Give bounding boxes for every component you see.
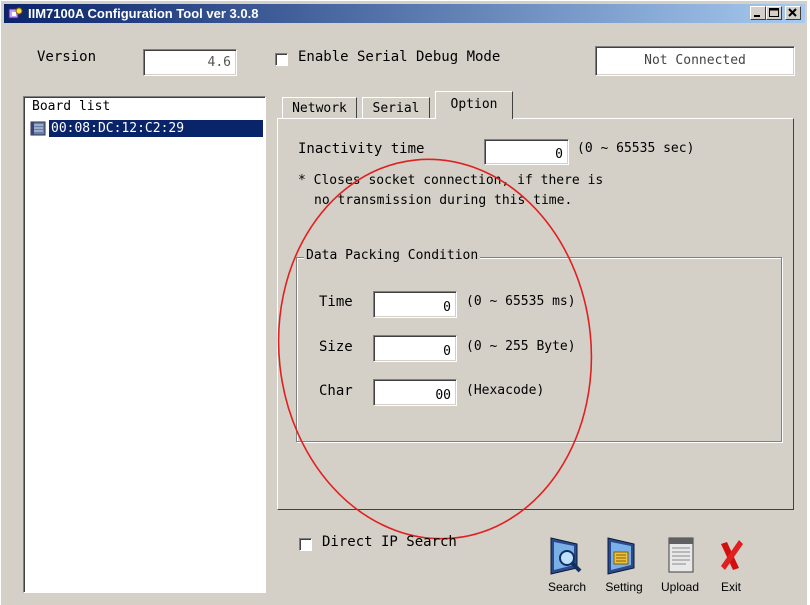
char-value: 00 <box>435 388 451 403</box>
exit-x-icon <box>721 540 743 570</box>
board-list-item-label[interactable]: 00:08:DC:12:C2:29 <box>49 120 263 137</box>
tab-serial[interactable]: Serial <box>362 97 430 119</box>
direct-ip-checkbox[interactable] <box>299 538 312 551</box>
setting-monitor-icon <box>607 537 635 575</box>
inactivity-value: 0 <box>555 147 563 162</box>
exit-button[interactable]: Exit <box>713 534 749 594</box>
data-packing-title: Data Packing Condition <box>304 248 481 263</box>
maximize-button[interactable] <box>766 6 782 20</box>
search-button-label: Search <box>547 580 587 594</box>
title-bar[interactable]: IIM7100A Configuration Tool ver 3.0.8 <box>4 4 805 23</box>
tab-serial-label: Serial <box>372 101 420 116</box>
size-input[interactable]: 0 <box>373 335 457 362</box>
setting-button[interactable]: Setting <box>597 534 651 594</box>
inactivity-range: (0 ~ 65535 sec) <box>577 141 695 156</box>
char-label: Char <box>319 383 353 399</box>
network-board-icon <box>30 121 46 136</box>
size-label: Size <box>319 339 353 355</box>
tab-network[interactable]: Network <box>282 97 357 119</box>
size-range: (0 ~ 255 Byte) <box>466 339 576 354</box>
connection-status-text: Not Connected <box>644 53 746 68</box>
time-range: (0 ~ 65535 ms) <box>466 294 576 309</box>
time-label: Time <box>319 294 353 310</box>
app-window: IIM7100A Configuration Tool ver 3.0.8 Ve… <box>0 0 807 605</box>
app-icon <box>8 7 23 19</box>
close-icon <box>788 8 797 17</box>
tab-option-label: Option <box>450 97 498 112</box>
size-value: 0 <box>443 344 451 359</box>
version-field: 4.6 <box>143 49 237 76</box>
board-list-header-text: Board list <box>32 99 111 114</box>
char-hint: (Hexacode) <box>466 383 545 398</box>
serial-debug-label[interactable]: Enable Serial Debug Mode <box>298 49 500 65</box>
window-title: IIM7100A Configuration Tool ver 3.0.8 <box>28 6 259 21</box>
time-value: 0 <box>443 300 451 315</box>
upload-button[interactable]: Upload <box>655 534 705 594</box>
note-line-1: * Closes socket connection, if there is <box>298 173 604 188</box>
char-input[interactable]: 00 <box>373 379 457 406</box>
note-line-2: no transmission during this time. <box>314 193 573 208</box>
board-list-item[interactable]: 00:08:DC:12:C2:29 <box>27 120 263 137</box>
serial-debug-checkbox[interactable] <box>275 53 288 66</box>
search-monitor-icon <box>550 537 582 575</box>
minimize-button[interactable] <box>750 6 766 20</box>
close-button[interactable] <box>785 6 801 20</box>
tab-network-label: Network <box>292 101 347 116</box>
time-input[interactable]: 0 <box>373 291 457 318</box>
direct-ip-label[interactable]: Direct IP Search <box>322 534 457 550</box>
exit-button-label: Exit <box>720 580 741 594</box>
tab-option[interactable]: Option <box>435 91 513 119</box>
inactivity-input[interactable]: 0 <box>484 139 569 165</box>
maximize-icon <box>769 8 779 17</box>
upload-document-icon <box>668 537 694 573</box>
upload-button-label: Upload <box>660 580 700 594</box>
board-list-header: Board list <box>26 99 263 117</box>
minimize-icon <box>754 15 760 17</box>
connection-status: Not Connected <box>595 46 795 76</box>
version-label: Version <box>37 49 97 65</box>
inactivity-label: Inactivity time <box>298 141 425 157</box>
search-button[interactable]: Search <box>542 534 592 594</box>
version-value: 4.6 <box>207 55 231 70</box>
setting-button-label: Setting <box>605 580 643 594</box>
board-list[interactable]: Board list 00:08:DC:12:C2:29 <box>23 96 266 593</box>
